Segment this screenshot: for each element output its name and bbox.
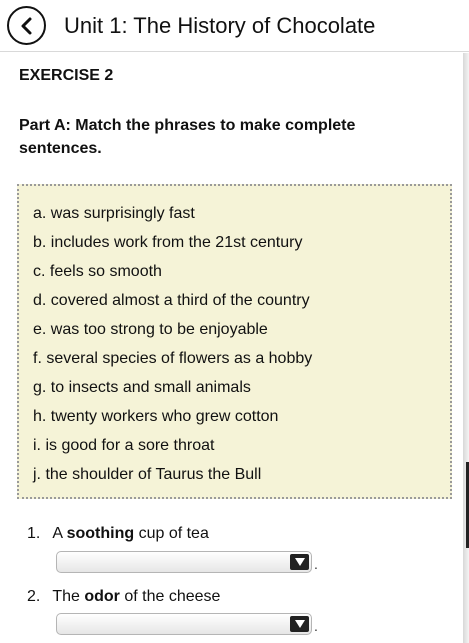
chevron-left-icon bbox=[21, 17, 31, 34]
exercise-instruction: Part A: Match the phrases to make comple… bbox=[19, 117, 356, 157]
panel-edge bbox=[463, 53, 469, 643]
phrase-item-b: b. includes work from the 21st century bbox=[33, 234, 303, 251]
answer-select-1[interactable] bbox=[56, 551, 312, 573]
question-text-before: A bbox=[52, 525, 67, 542]
phrase-item-h: h. twenty workers who grew cotton bbox=[33, 408, 279, 425]
question-text-before: The bbox=[52, 588, 85, 605]
back-button[interactable] bbox=[7, 6, 46, 45]
select-trailing-period: . bbox=[314, 556, 318, 572]
question-1: 1. A soothing cup of tea bbox=[27, 525, 209, 543]
phrase-box: a. was surprisingly fast b. includes wor… bbox=[17, 184, 452, 499]
page-title: Unit 1: The History of Chocolate bbox=[64, 13, 376, 38]
dropdown-arrow-icon[interactable] bbox=[290, 616, 309, 632]
question-text-after: of the cheese bbox=[119, 588, 221, 605]
question-number: 1. bbox=[27, 525, 41, 542]
phrase-item-j: j. the shoulder of Taurus the Bull bbox=[33, 466, 262, 483]
question-2: 2. The odor of the cheese bbox=[27, 588, 220, 606]
phrase-list: a. was surprisingly fast b. includes wor… bbox=[33, 199, 312, 489]
phrase-item-e: e. was too strong to be enjoyable bbox=[33, 321, 268, 338]
phrase-item-a: a. was surprisingly fast bbox=[33, 205, 195, 222]
phrase-item-d: d. covered almost a third of the country bbox=[33, 292, 310, 309]
phrase-item-c: c. feels so smooth bbox=[33, 263, 162, 280]
dropdown-arrow-icon[interactable] bbox=[290, 554, 309, 570]
select-trailing-period: . bbox=[314, 618, 318, 634]
question-keyword: soothing bbox=[66, 525, 135, 542]
question-keyword: odor bbox=[84, 588, 120, 605]
answer-select-2[interactable] bbox=[56, 613, 312, 635]
phrase-item-i: i. is good for a sore throat bbox=[33, 437, 215, 454]
phrase-item-g: g. to insects and small animals bbox=[33, 379, 251, 396]
phrase-item-f: f. several species of flowers as a hobby bbox=[33, 350, 313, 367]
app-header: Unit 1: The History of Chocolate bbox=[0, 0, 469, 52]
question-number: 2. bbox=[27, 588, 41, 605]
exercise-label: EXERCISE 2 bbox=[19, 67, 114, 84]
question-text-after: cup of tea bbox=[134, 525, 209, 542]
